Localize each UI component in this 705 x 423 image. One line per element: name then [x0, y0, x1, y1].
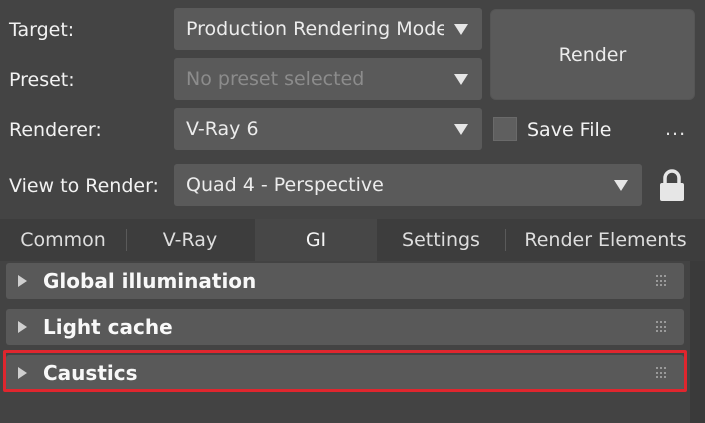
renderer-value: V-Ray 6: [186, 118, 259, 140]
target-label: Target:: [9, 19, 75, 41]
caustics-highlight-box: [3, 350, 687, 392]
drag-handle-icon[interactable]: [656, 321, 668, 333]
target-dropdown[interactable]: Production Rendering Mode: [174, 8, 482, 50]
preset-dropdown[interactable]: No preset selected: [174, 58, 482, 100]
chevron-down-icon: [454, 123, 468, 135]
tab-common[interactable]: Common: [0, 219, 126, 261]
expand-arrow-icon: [18, 321, 27, 333]
rollout-title: Light cache: [43, 315, 173, 339]
more-options-button[interactable]: ...: [665, 118, 686, 140]
view-to-render-dropdown[interactable]: Quad 4 - Perspective: [174, 164, 642, 206]
rollout-title: Global illumination: [43, 269, 257, 293]
tab-render-elements[interactable]: Render Elements: [506, 219, 705, 261]
save-file-label: Save File: [527, 119, 612, 141]
preset-label: Preset:: [9, 69, 75, 91]
renderer-label: Renderer:: [9, 119, 102, 141]
rollout-light-cache[interactable]: Light cache: [6, 309, 684, 345]
chevron-down-icon: [614, 179, 628, 191]
save-file-checkbox[interactable]: [493, 117, 517, 141]
chevron-down-icon: [454, 73, 468, 85]
tab-bar: Common V-Ray GI Settings Render Elements: [0, 219, 705, 261]
tab-vray[interactable]: V-Ray: [127, 219, 253, 261]
rollout-global-illumination[interactable]: Global illumination: [6, 263, 684, 299]
render-button[interactable]: Render: [490, 9, 695, 100]
expand-arrow-icon: [18, 275, 27, 287]
panel-scrollbar[interactable]: [690, 261, 705, 423]
target-value: Production Rendering Mode: [186, 18, 444, 40]
tab-settings[interactable]: Settings: [377, 219, 505, 261]
lock-icon[interactable]: [659, 168, 685, 202]
tab-gi[interactable]: GI: [255, 219, 377, 261]
drag-handle-icon[interactable]: [656, 275, 668, 287]
renderer-dropdown[interactable]: V-Ray 6: [174, 108, 482, 150]
view-to-render-value: Quad 4 - Perspective: [186, 174, 384, 196]
chevron-down-icon: [454, 23, 468, 35]
preset-value: No preset selected: [186, 68, 365, 90]
view-to-render-label: View to Render:: [9, 175, 159, 197]
